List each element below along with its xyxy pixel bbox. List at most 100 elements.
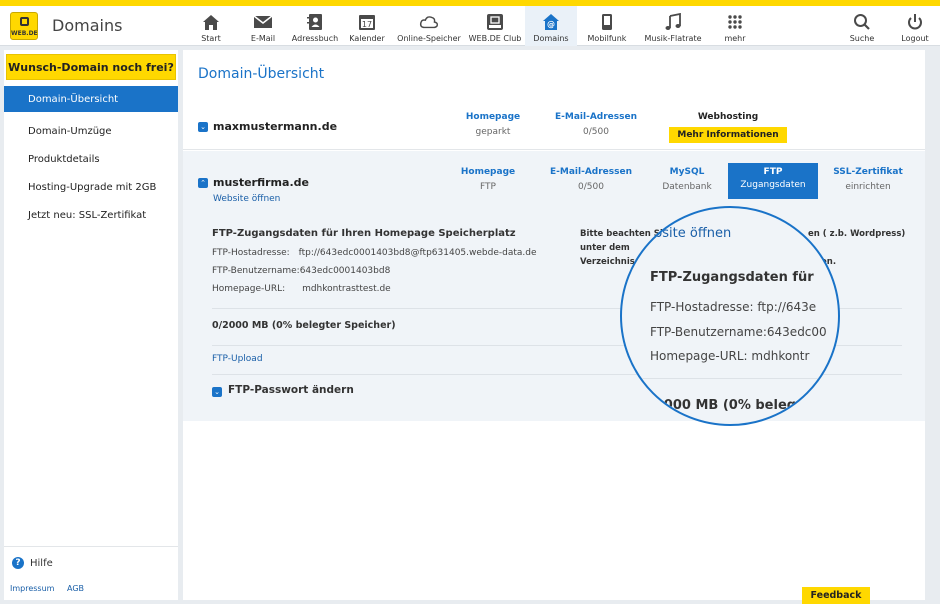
sidebar-item-produktdetails[interactable]: Produktdetails [4, 146, 178, 172]
ftp-url-row: Homepage-URL: mdhkontrasttest.de [212, 284, 391, 294]
nav-item-suche[interactable]: Suche [834, 6, 890, 46]
ftp-passwort-aendern[interactable]: FTP-Passwort ändern [228, 384, 354, 396]
home-icon [201, 13, 221, 31]
domain1-email[interactable]: E-Mail-Adressen 0/500 [546, 112, 646, 137]
divider [642, 378, 838, 379]
domain2-email[interactable]: E-Mail-Adressen 0/500 [541, 167, 641, 192]
magnified-host: FTP-Hostadresse: ftp://643e [650, 300, 817, 314]
magnified-user: FTP-Benutzername:643edc00 [650, 325, 827, 339]
help-link[interactable]: ? Hilfe [4, 547, 178, 579]
nav-item-email[interactable]: E-Mail [237, 6, 289, 46]
domain-row-maxmustermann: ⌄ maxmustermann.de Homepage geparkt E-Ma… [183, 102, 925, 150]
collapse-icon[interactable]: ⌃ [198, 178, 208, 188]
cloud-icon [419, 13, 439, 31]
nav-item-domains[interactable]: @ Domains [525, 6, 577, 46]
svg-text:@: @ [547, 20, 555, 29]
nav-item-logout[interactable]: Logout [890, 6, 940, 46]
domain2-mysql[interactable]: MySQL Datenbank [649, 167, 725, 192]
magnified-website-link: ebsite öffnen [646, 226, 732, 241]
nav-label: Start [201, 34, 221, 43]
expand-icon[interactable]: ⌄ [198, 122, 208, 132]
col-header: MySQL [669, 167, 705, 177]
agb-link[interactable]: AGB [67, 584, 84, 593]
website-oeffnen-link[interactable]: Website öffnen [213, 194, 280, 204]
nav-item-mobilfunk[interactable]: Mobilfunk [577, 6, 637, 46]
wunsch-domain-button[interactable]: Wunsch-Domain noch frei? [6, 54, 176, 80]
mail-icon [253, 13, 273, 31]
col-value: FTP [480, 182, 496, 192]
col-value: 0/500 [578, 182, 604, 192]
sidebar-footer: ? Hilfe [4, 546, 178, 579]
right-nav: Suche Logout [834, 6, 940, 46]
nav-label: Logout [901, 34, 929, 43]
col-header: Homepage [460, 167, 516, 177]
nav-label: E-Mail [250, 34, 276, 43]
expand-icon[interactable]: ⌄ [212, 387, 222, 397]
feedback-button[interactable]: Feedback [802, 587, 870, 604]
webde-logo[interactable]: WEB.DE [10, 12, 38, 40]
magnified-content: ebsite öffnen FTP-Zugangsdaten für FTP-H… [622, 208, 838, 424]
nav-item-online-speicher[interactable]: Online-Speicher [393, 6, 465, 46]
mobile-icon [597, 13, 617, 31]
nav-item-adressbuch[interactable]: Adressbuch [289, 6, 341, 46]
music-icon [663, 13, 683, 31]
calendar-day: 17 [362, 20, 372, 29]
sidebar: Wunsch-Domain noch frei? Domain-Übersich… [4, 50, 178, 600]
impressum-link[interactable]: Impressum [10, 584, 54, 593]
club-icon [485, 13, 505, 31]
nav-item-start[interactable]: Start [185, 6, 237, 46]
power-icon [905, 13, 925, 31]
nav-item-kalender[interactable]: 17 Kalender [341, 6, 393, 46]
main-nav: Start E-Mail Adressbuch 17 Kalender Onli… [185, 6, 761, 46]
sidebar-item-ssl-zertifikat[interactable]: Jetzt neu: SSL-Zertifikat [4, 202, 178, 228]
magnified-storage: /2000 MB (0% beleg [650, 398, 797, 413]
logo-text: WEB.DE [11, 30, 38, 37]
nav-label: Adressbuch [291, 34, 339, 43]
ftp-url-label: Homepage-URL: [212, 284, 286, 294]
nav-item-musik-flatrate[interactable]: Musik-Flatrate [637, 6, 709, 46]
help-icon: ? [12, 557, 24, 569]
ftp-host-row: FTP-Hostadresse: ftp://643edc0001403bd8@… [212, 248, 537, 258]
col-header: Homepage [465, 112, 521, 122]
calendar-icon: 17 [357, 13, 377, 31]
magnified-heading: FTP-Zugangsdaten für [650, 270, 814, 285]
nav-label: Mobilfunk [587, 34, 627, 43]
footer-links: Impressum AGB [10, 584, 94, 593]
domain2-homepage[interactable]: Homepage FTP [448, 167, 528, 192]
col-header: E-Mail-Adressen [550, 167, 632, 177]
domain-name[interactable]: musterfirma.de [213, 176, 309, 189]
nav-label: Suche [849, 34, 875, 43]
domains-icon: @ [541, 13, 561, 31]
ftp-host-label: FTP-Hostadresse: [212, 248, 290, 258]
col-value: 0/500 [583, 127, 609, 137]
logo-mark [20, 17, 29, 26]
mehr-informationen-button[interactable]: Mehr Informationen [669, 127, 787, 143]
grid-icon [725, 13, 745, 31]
col-header: E-Mail-Adressen [555, 112, 637, 122]
ftp-url-value: mdhkontrasttest.de [302, 284, 391, 294]
help-label: Hilfe [30, 557, 53, 569]
addressbook-icon [305, 13, 325, 31]
sidebar-item-domain-uebersicht[interactable]: Domain-Übersicht [4, 86, 178, 112]
ftp-user-label: FTP-Benutzername: [212, 266, 300, 276]
ftp-upload-link[interactable]: FTP-Upload [212, 354, 263, 364]
col-header: Webhosting [697, 112, 759, 122]
magnified-url: Homepage-URL: mdhkontr [650, 349, 810, 363]
domain-name[interactable]: maxmustermann.de [213, 120, 337, 133]
sidebar-item-hosting-upgrade[interactable]: Hosting-Upgrade mit 2GB [4, 174, 178, 200]
nav-item-mehr[interactable]: mehr [709, 6, 761, 46]
domain2-ftp-tab[interactable]: FTP Zugangsdaten [728, 163, 818, 199]
sidebar-item-domain-umzuege[interactable]: Domain-Umzüge [4, 118, 178, 144]
col-header: SSL-Zertifikat [833, 167, 903, 177]
domain2-ssl[interactable]: SSL-Zertifikat einrichten [827, 167, 909, 192]
nav-item-webde-club[interactable]: WEB.DE Club [465, 6, 525, 46]
nav-label: WEB.DE Club [468, 34, 522, 43]
magnifier-overlay: ebsite öffnen FTP-Zugangsdaten für FTP-H… [620, 206, 840, 426]
col-value: einrichten [845, 182, 891, 192]
domain1-homepage[interactable]: Homepage geparkt [453, 112, 533, 137]
col-value: Zugangsdaten [740, 180, 806, 190]
col-header: FTP [763, 167, 783, 177]
app-title: Domains [52, 16, 123, 35]
ftp-host-value: ftp://643edc0001403bd8@ftp631405.webde-d… [298, 248, 537, 258]
storage-usage: 0/2000 MB (0% belegter Speicher) [212, 320, 396, 331]
